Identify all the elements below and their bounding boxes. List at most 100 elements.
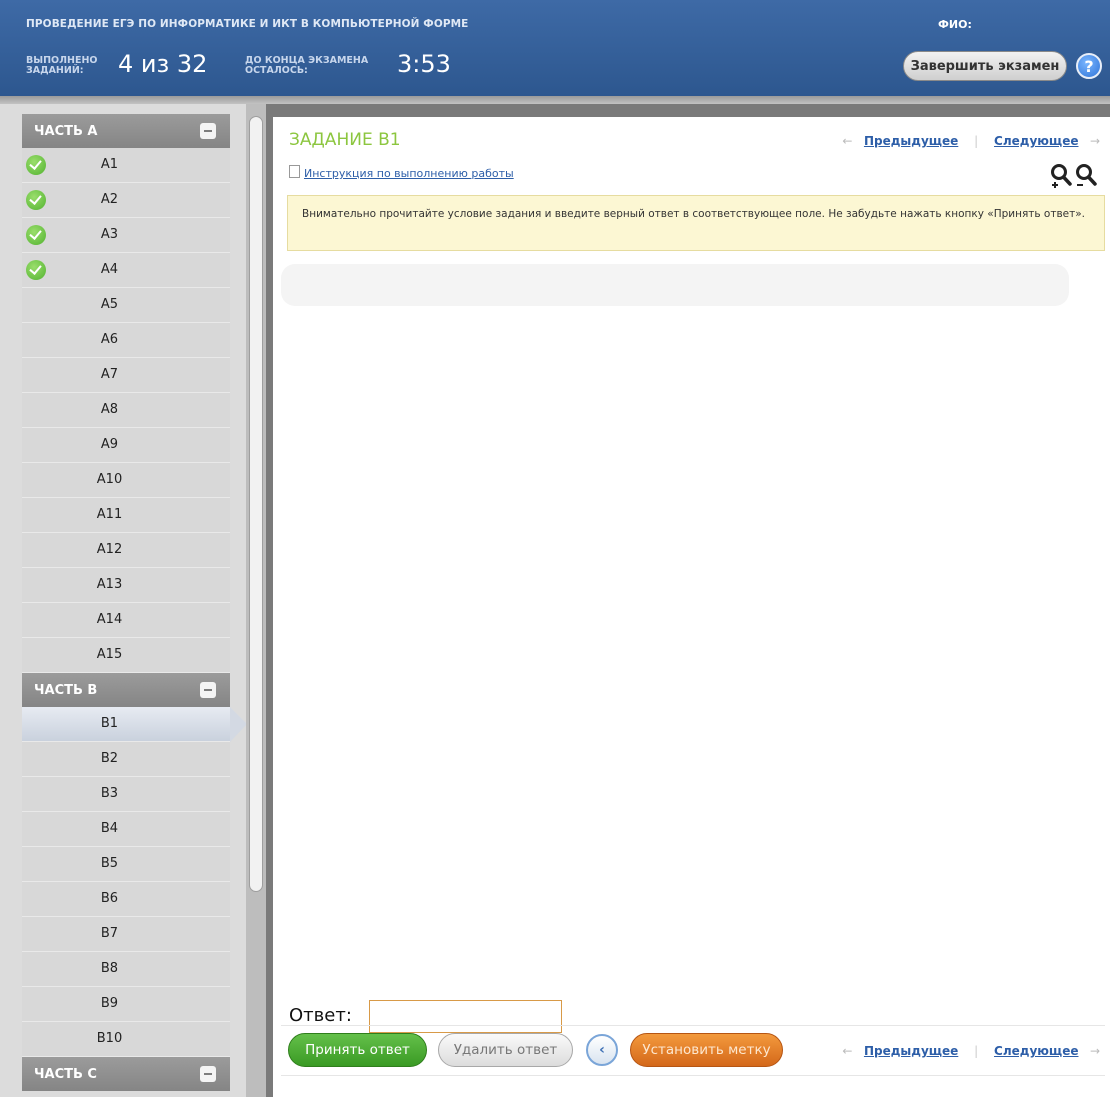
task-item[interactable]: A10 (22, 463, 230, 498)
task-content-area (281, 264, 1069, 306)
part-b-label: ЧАСТЬ В (34, 682, 98, 698)
task-item-label: A4 (100, 262, 119, 277)
task-item[interactable]: A5 (22, 288, 230, 323)
done-count: 4 из 32 (118, 50, 208, 78)
zoom-in-icon[interactable] (1049, 163, 1073, 189)
arrow-left-icon: ← (842, 134, 853, 148)
task-item[interactable]: A4 (22, 253, 230, 288)
task-item-label: A2 (100, 192, 119, 207)
next-task-link[interactable]: Следующее (994, 134, 1078, 148)
task-item-label: B6 (100, 891, 119, 906)
answer-label: Ответ: (289, 1005, 352, 1026)
divider (281, 1075, 1105, 1076)
sidebar-scrollbar[interactable] (246, 104, 266, 1097)
task-item[interactable]: B9 (22, 987, 230, 1022)
task-item-label: A12 (96, 542, 123, 557)
task-item[interactable]: B1 (22, 707, 247, 742)
task-item[interactable]: A2 (22, 183, 230, 218)
arrow-right-icon: → (1089, 1044, 1100, 1058)
nav-separator: | (974, 1044, 979, 1058)
task-sidebar: ЧАСТЬ А A1 A2 A3 A4 A5 A6 A7 A8 A9 A10 A11 A12 A13 A1… (0, 104, 247, 1097)
help-icon[interactable]: ? (1076, 53, 1102, 79)
task-item[interactable]: B3 (22, 777, 230, 812)
fio-label: ФИО: (938, 18, 972, 31)
task-list: ЧАСТЬ А A1 A2 A3 A4 A5 A6 A7 A8 A9 A10 A11 A12 A13 A1… (22, 114, 247, 1091)
task-nav-top: ← Предыдущее | Следующее → (842, 134, 1100, 148)
scroll-thumb[interactable] (249, 116, 263, 892)
task-item-label: A14 (96, 612, 123, 627)
collapse-icon[interactable] (200, 682, 216, 698)
task-item[interactable]: A6 (22, 323, 230, 358)
task-item[interactable]: A7 (22, 358, 230, 393)
task-item-label: A5 (100, 297, 119, 312)
task-item-label: A3 (100, 227, 119, 242)
task-nav-bottom: ← Предыдущее | Следующее → (842, 1044, 1100, 1058)
task-item-label: B1 (100, 716, 119, 731)
answer-input[interactable] (369, 1000, 562, 1033)
task-item-label: A7 (100, 367, 119, 382)
task-item-label: B3 (100, 786, 119, 801)
time-remaining: 3:53 (397, 50, 451, 78)
instruction-notice: Внимательно прочитайте условие задания и… (287, 195, 1105, 251)
task-item[interactable]: A15 (22, 638, 230, 673)
task-item[interactable]: A12 (22, 533, 230, 568)
task-panel: ЗАДАНИЕ В1 ← Предыдущее | Следующее → Ин… (273, 117, 1110, 1097)
set-mark-button[interactable]: Установить метку (630, 1033, 783, 1067)
task-item[interactable]: B6 (22, 882, 230, 917)
task-item[interactable]: B5 (22, 847, 230, 882)
task-item-label: B9 (100, 996, 119, 1011)
exam-title: ПРОВЕДЕНИЕ ЕГЭ ПО ИНФОРМАТИКЕ И ИКТ В КО… (26, 18, 469, 30)
task-item-label: B7 (100, 926, 119, 941)
arrow-right-icon: → (1089, 134, 1100, 148)
task-item-label: B2 (100, 751, 119, 766)
task-item[interactable]: B2 (22, 742, 230, 777)
part-b-header[interactable]: ЧАСТЬ В (22, 673, 230, 707)
task-item[interactable]: B10 (22, 1022, 230, 1057)
task-item-label: A9 (100, 437, 119, 452)
task-item[interactable]: A14 (22, 603, 230, 638)
header-shadow (0, 96, 1110, 104)
part-a-header[interactable]: ЧАСТЬ А (22, 114, 230, 148)
collapse-icon[interactable] (200, 1066, 216, 1082)
task-item[interactable]: B4 (22, 812, 230, 847)
delete-answer-button[interactable]: Удалить ответ (438, 1033, 573, 1067)
task-item-label: B4 (100, 821, 119, 836)
task-item[interactable]: B7 (22, 917, 230, 952)
task-item-label: A15 (96, 647, 123, 662)
zoom-out-icon[interactable] (1074, 163, 1098, 189)
instruction-link[interactable]: Инструкция по выполнению работы (289, 165, 514, 180)
task-item[interactable]: A13 (22, 568, 230, 603)
prev-task-link[interactable]: Предыдущее (864, 134, 958, 148)
task-item[interactable]: B8 (22, 952, 230, 987)
collapse-icon[interactable] (200, 123, 216, 139)
back-circle-button[interactable]: ‹ (586, 1034, 618, 1066)
task-item-label: A13 (96, 577, 123, 592)
done-label: ВЫПОЛНЕНО ЗАДАНИЙ: (26, 55, 98, 76)
time-label: ДО КОНЦА ЭКЗАМЕНА ОСТАЛОСЬ: (245, 55, 369, 76)
accept-answer-button[interactable]: Принять ответ (288, 1033, 427, 1067)
task-item-label: B8 (100, 961, 119, 976)
part-a-list: A1 A2 A3 A4 A5 A6 A7 A8 A9 A10 A11 A12 A13 A14 A15 (22, 148, 230, 673)
part-a-label: ЧАСТЬ А (34, 123, 98, 139)
nav-separator: | (974, 134, 979, 148)
task-item[interactable]: A3 (22, 218, 230, 253)
prev-task-link[interactable]: Предыдущее (864, 1044, 958, 1058)
task-item-label: A10 (96, 472, 123, 487)
task-item[interactable]: A9 (22, 428, 230, 463)
task-item-label: B5 (100, 856, 119, 871)
task-item-label: A1 (100, 157, 119, 172)
arrow-left-icon: ← (842, 1044, 853, 1058)
task-item-label: B10 (96, 1031, 123, 1046)
task-item-label: A11 (96, 507, 123, 522)
task-title: ЗАДАНИЕ В1 (289, 130, 401, 150)
part-c-header[interactable]: ЧАСТЬ С (22, 1057, 230, 1091)
part-c-label: ЧАСТЬ С (34, 1066, 97, 1082)
task-item[interactable]: A11 (22, 498, 230, 533)
task-item-label: A6 (100, 332, 119, 347)
finish-exam-button[interactable]: Завершить экзамен (903, 51, 1067, 81)
task-item[interactable]: A1 (22, 148, 230, 183)
task-item-label: A8 (100, 402, 119, 417)
exam-header: ПРОВЕДЕНИЕ ЕГЭ ПО ИНФОРМАТИКЕ И ИКТ В КО… (0, 0, 1110, 96)
task-item[interactable]: A8 (22, 393, 230, 428)
next-task-link[interactable]: Следующее (994, 1044, 1078, 1058)
